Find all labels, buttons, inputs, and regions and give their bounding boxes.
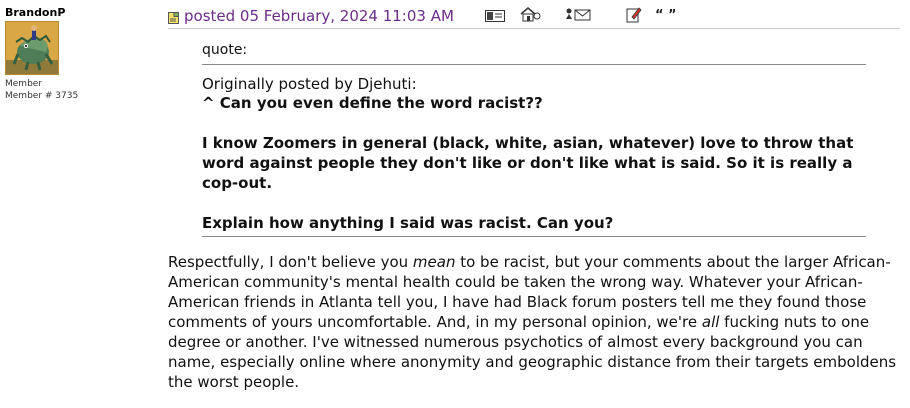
edit-icon[interactable] [626, 6, 642, 24]
body-emphasis: all [701, 313, 720, 331]
quote-label: quote: [202, 42, 248, 58]
quote-line: Explain how anything I said was racist. … [202, 214, 614, 232]
homepage-icon[interactable] [519, 6, 541, 24]
post-body: Respectfully, I don't believe you mean t… [168, 252, 903, 392]
quote-divider-top [202, 64, 866, 65]
avatar[interactable] [5, 21, 59, 75]
body-emphasis: mean [412, 253, 456, 271]
svg-text:“ ”: “ ” [655, 8, 675, 20]
quote-icon[interactable]: “ ” [655, 8, 675, 26]
quote-divider-bottom [202, 236, 866, 237]
quote-block: quote: Originally posted by Djehuti: ^ C… [202, 42, 866, 237]
username[interactable]: BrandonP [5, 6, 125, 19]
email-icon[interactable] [565, 7, 591, 25]
quote-text: ^ Can you even define the word racist?? … [202, 93, 866, 233]
post-header: posted 05 February, 2024 11:03 AM “ ” [168, 6, 900, 29]
quote-line: ^ Can you even define the word racist?? [202, 94, 543, 112]
quote-origin: Originally posted by Djehuti: [202, 75, 417, 93]
user-rank: Member [5, 79, 43, 89]
profile-icon[interactable] [485, 10, 505, 28]
post-icon [168, 9, 179, 24]
quote-line: I know Zoomers in general (black, white,… [202, 134, 854, 192]
post-date: posted 05 February, 2024 11:03 AM [184, 7, 454, 25]
body-text: Respectfully, I don't believe you [168, 253, 413, 271]
member-number: Member # 3735 [5, 91, 79, 101]
user-panel: BrandonP Member Member # 3735 [5, 6, 125, 102]
